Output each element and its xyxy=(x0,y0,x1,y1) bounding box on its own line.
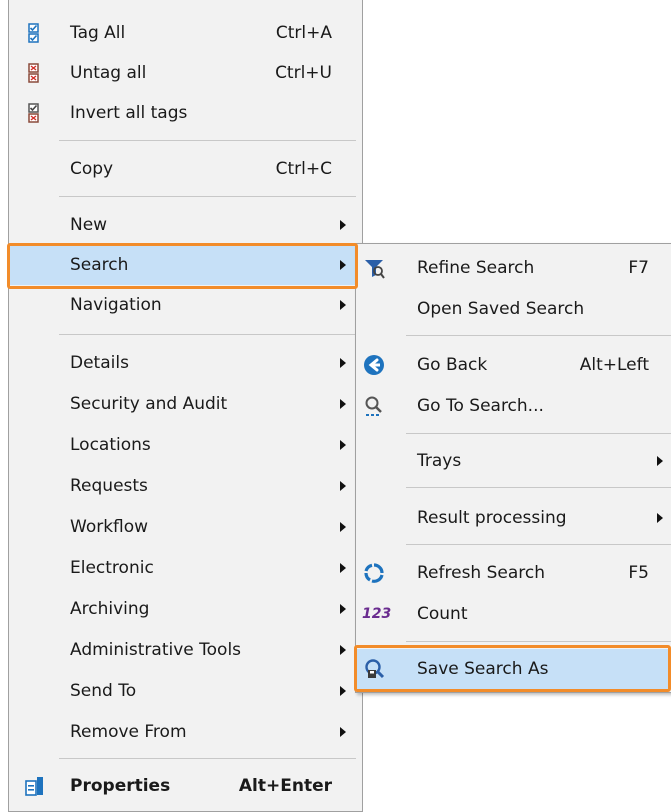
menu-item-tag-all[interactable]: Tag All Ctrl+A xyxy=(9,13,362,53)
submenu-arrow-icon xyxy=(340,563,346,573)
properties-icon xyxy=(23,775,45,797)
menu-item-shortcut: Ctrl+C xyxy=(275,159,332,179)
menu-item-administrative-tools[interactable]: Administrative Tools xyxy=(9,630,362,670)
menu-item-invert-all-tags[interactable]: Invert all tags xyxy=(9,93,362,133)
submenu-arrow-icon xyxy=(340,686,346,696)
menu-item-label: Go To Search... xyxy=(417,396,544,416)
submenu-arrow-icon xyxy=(340,358,346,368)
menu-item-navigation[interactable]: Navigation xyxy=(9,285,362,325)
menu-item-security-and-audit[interactable]: Security and Audit xyxy=(9,384,362,424)
search-submenu: Refine Search F7 Open Saved Search Go Ba… xyxy=(355,243,671,693)
menu-item-label: Open Saved Search xyxy=(417,299,585,319)
menu-item-untag-all[interactable]: Untag all Ctrl+U xyxy=(9,53,362,93)
back-arrow-icon xyxy=(363,354,385,376)
submenu-arrow-icon xyxy=(340,604,346,614)
menu-item-go-to-search[interactable]: Go To Search... xyxy=(356,386,671,426)
menu-item-label: Send To xyxy=(70,681,137,701)
count-icon: 123 xyxy=(362,606,392,622)
refresh-icon xyxy=(363,562,385,584)
submenu-arrow-icon xyxy=(340,399,346,409)
menu-item-shortcut: Alt+Left xyxy=(579,355,649,375)
menu-item-refresh-search[interactable]: Refresh Search F5 xyxy=(356,553,671,593)
checkbox-untagged-icon xyxy=(23,62,45,84)
menu-item-shortcut: F5 xyxy=(628,563,649,583)
menu-item-shortcut: F7 xyxy=(628,258,649,278)
menu-separator xyxy=(406,433,671,434)
submenu-arrow-icon xyxy=(340,645,346,655)
menu-separator xyxy=(406,544,671,545)
menu-item-workflow[interactable]: Workflow xyxy=(9,507,362,547)
menu-item-refine-search[interactable]: Refine Search F7 xyxy=(356,248,671,288)
menu-item-label: Archiving xyxy=(70,599,150,619)
refine-search-icon xyxy=(363,257,385,279)
menu-item-trays[interactable]: Trays xyxy=(356,441,671,481)
menu-item-shortcut: Ctrl+A xyxy=(275,23,332,43)
menu-item-send-to[interactable]: Send To xyxy=(9,671,362,711)
menu-item-electronic[interactable]: Electronic xyxy=(9,548,362,588)
menu-item-archiving[interactable]: Archiving xyxy=(9,589,362,629)
menu-item-label: Go Back xyxy=(417,355,488,375)
menu-separator xyxy=(59,140,356,141)
menu-item-label: Properties xyxy=(70,776,171,796)
submenu-arrow-icon xyxy=(340,522,346,532)
submenu-arrow-icon xyxy=(340,481,346,491)
menu-item-shortcut: Alt+Enter xyxy=(238,776,332,796)
menu-item-label: Electronic xyxy=(70,558,154,578)
invert-tags-icon xyxy=(23,102,45,124)
context-menu: Tag All Ctrl+A Untag all Ctrl+U Invert a… xyxy=(8,0,363,812)
menu-item-label: Save Search As xyxy=(417,659,549,679)
menu-item-label: Details xyxy=(70,353,129,373)
menu-item-label: Search xyxy=(70,255,129,275)
menu-separator xyxy=(59,196,356,197)
menu-item-label: Remove From xyxy=(70,722,187,742)
menu-separator xyxy=(406,641,671,642)
menu-item-label: Result processing xyxy=(417,508,567,528)
menu-item-label: Locations xyxy=(70,435,151,455)
menu-item-label: New xyxy=(70,215,108,235)
menu-item-label: Trays xyxy=(417,451,462,471)
menu-item-shortcut: Ctrl+U xyxy=(275,63,332,83)
menu-separator xyxy=(59,758,356,759)
menu-separator xyxy=(406,335,671,336)
submenu-arrow-icon xyxy=(340,440,346,450)
menu-item-label: Copy xyxy=(70,159,114,179)
menu-item-search[interactable]: Search xyxy=(9,245,362,285)
menu-separator xyxy=(59,334,356,335)
menu-separator xyxy=(406,487,671,488)
menu-item-label: Tag All xyxy=(70,23,126,43)
menu-item-result-processing[interactable]: Result processing xyxy=(356,498,671,538)
menu-item-label: Workflow xyxy=(70,517,149,537)
save-search-icon xyxy=(363,658,385,680)
menu-item-remove-from[interactable]: Remove From xyxy=(9,712,362,752)
menu-item-details[interactable]: Details xyxy=(9,343,362,383)
checkbox-tagged-icon xyxy=(23,22,45,44)
submenu-arrow-icon xyxy=(340,220,346,230)
menu-item-label: Requests xyxy=(70,476,148,496)
menu-item-label: Navigation xyxy=(70,295,162,315)
menu-item-locations[interactable]: Locations xyxy=(9,425,362,465)
menu-item-label: Untag all xyxy=(70,63,147,83)
submenu-arrow-icon xyxy=(340,260,346,270)
submenu-arrow-icon xyxy=(340,727,346,737)
menu-item-requests[interactable]: Requests xyxy=(9,466,362,506)
menu-item-new[interactable]: New xyxy=(9,205,362,245)
menu-item-label: Count xyxy=(417,604,468,624)
menu-item-label: Invert all tags xyxy=(70,103,188,123)
submenu-arrow-icon xyxy=(340,300,346,310)
menu-item-label: Security and Audit xyxy=(70,394,228,414)
menu-item-open-saved-search[interactable]: Open Saved Search xyxy=(356,289,671,329)
menu-item-properties[interactable]: Properties Alt+Enter xyxy=(9,766,362,806)
menu-item-label: Administrative Tools xyxy=(70,640,242,660)
menu-item-label: Refresh Search xyxy=(417,563,546,583)
menu-item-save-search-as[interactable]: Save Search As xyxy=(356,649,671,689)
menu-item-count[interactable]: 123 Count xyxy=(356,594,671,634)
submenu-arrow-icon xyxy=(657,513,663,523)
menu-item-label: Refine Search xyxy=(417,258,535,278)
go-to-search-icon xyxy=(363,395,385,417)
menu-item-go-back[interactable]: Go Back Alt+Left xyxy=(356,345,671,385)
menu-item-copy[interactable]: Copy Ctrl+C xyxy=(9,149,362,189)
submenu-arrow-icon xyxy=(657,456,663,466)
